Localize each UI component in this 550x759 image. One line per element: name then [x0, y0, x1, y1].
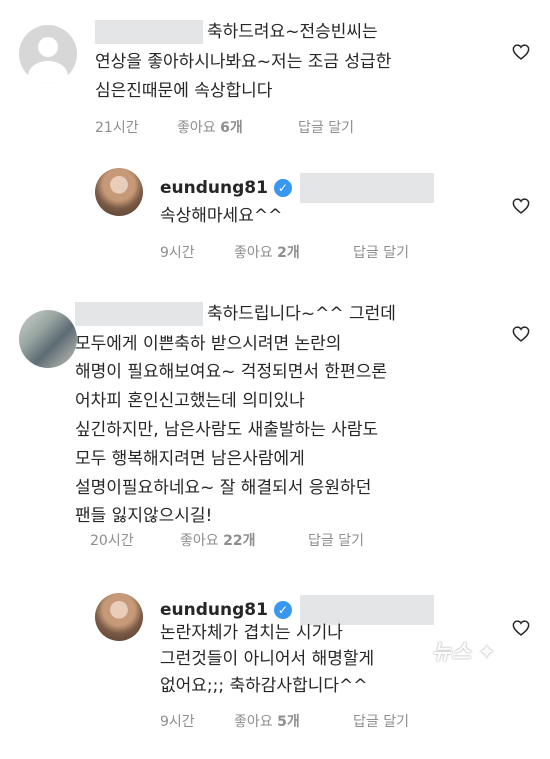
- avatar[interactable]: [19, 310, 77, 368]
- username[interactable]: eundung81: [160, 600, 268, 620]
- likes-count[interactable]: 좋아요 2개: [234, 242, 300, 262]
- blurred-name: [299, 173, 434, 203]
- comment-meta: 9시간 좋아요 5개 답글 달기: [160, 711, 460, 731]
- comment-text-line-2: 연상을 좋아하시나봐요~저는 조금 성급한: [95, 52, 392, 72]
- blurred-username: [95, 20, 203, 44]
- likes-count[interactable]: 좋아요 22개: [180, 530, 255, 550]
- blurred-username: [75, 302, 203, 326]
- comment-meta: 9시간 좋아요 2개 답글 달기: [160, 242, 460, 262]
- comment-text-line-5: 싶긴하지만, 남은사람도 새출발하는 사람도: [75, 420, 379, 440]
- comment-text-line-8: 팬들 잃지않으시길!: [75, 506, 213, 526]
- comment-text-line-3: 없어요;;; 축하감사합니다^^: [160, 676, 368, 696]
- comment-text-line-1: 속상해마세요^^: [160, 206, 283, 226]
- verified-badge-icon: ✓: [273, 179, 292, 197]
- comment-2-reply: eundung81 ✓ 속상해마세요^^ 9시간 좋아요 2개 답글 달기: [0, 155, 550, 265]
- timestamp: 20시간: [90, 533, 134, 549]
- heart-outline-icon[interactable]: [512, 620, 530, 636]
- comment-text-line-6: 모두 행복해지려면 남은사람에게: [75, 449, 305, 469]
- reply-button[interactable]: 답글 달기: [308, 530, 364, 550]
- heart-outline-icon[interactable]: [512, 44, 530, 60]
- comment-text-line-1: 축하드립니다~^^ 그런데: [75, 302, 396, 326]
- comment-text-line-2: 모두에게 이쁜축하 받으시려면 논란의: [75, 334, 342, 354]
- username[interactable]: eundung81: [160, 178, 268, 198]
- heart-outline-icon[interactable]: [512, 198, 530, 214]
- comment-text-line-3: 해명이 필요해보여요~ 걱정되면서 한편으론: [75, 362, 387, 382]
- avatar[interactable]: [19, 25, 77, 83]
- reply-button[interactable]: 답글 달기: [353, 242, 409, 262]
- timestamp: 21시간: [95, 120, 139, 136]
- news-watermark: 뉴스 ✦: [432, 640, 496, 664]
- verified-badge-icon: ✓: [273, 601, 292, 619]
- blurred-name: [299, 595, 434, 625]
- avatar[interactable]: [95, 593, 143, 641]
- likes-count[interactable]: 좋아요 5개: [234, 711, 300, 731]
- heart-outline-icon[interactable]: [512, 326, 530, 342]
- reply-button[interactable]: 답글 달기: [353, 711, 409, 731]
- comment-text-line-7: 설명이필요하네요~ 잘 해결되서 응원하던: [75, 478, 372, 498]
- comment-text-line-1: 축하드려요~전승빈씨는: [95, 20, 378, 44]
- comment-1: 축하드려요~전승빈씨는 연상을 좋아하시나봐요~저는 조금 성급한 심은진때문에…: [0, 0, 550, 140]
- comment-header: eundung81 ✓: [160, 173, 434, 203]
- comment-text-line-1: 논란자체가 겹치는 시기나: [160, 623, 343, 643]
- comment-meta: 21시간 좋아요 6개 답글 달기: [95, 117, 395, 137]
- reply-button[interactable]: 답글 달기: [298, 117, 354, 137]
- timestamp: 9시간: [160, 714, 195, 730]
- comment-text-line-2: 그런것들이 아니어서 해명할게: [160, 649, 375, 669]
- comment-3: 축하드립니다~^^ 그런데 모두에게 이쁜축하 받으시려면 논란의 해명이 필요…: [0, 290, 550, 560]
- timestamp: 9시간: [160, 245, 195, 261]
- avatar[interactable]: [95, 168, 143, 216]
- comment-text-line-3: 심은진때문에 속상합니다: [95, 81, 273, 101]
- comment-meta: 20시간 좋아요 22개 답글 달기: [90, 530, 410, 550]
- comment-header: eundung81 ✓: [160, 595, 434, 625]
- comment-text-line-4: 어차피 혼인신고했는데 의미있나: [75, 391, 305, 411]
- likes-count[interactable]: 좋아요 6개: [177, 117, 243, 137]
